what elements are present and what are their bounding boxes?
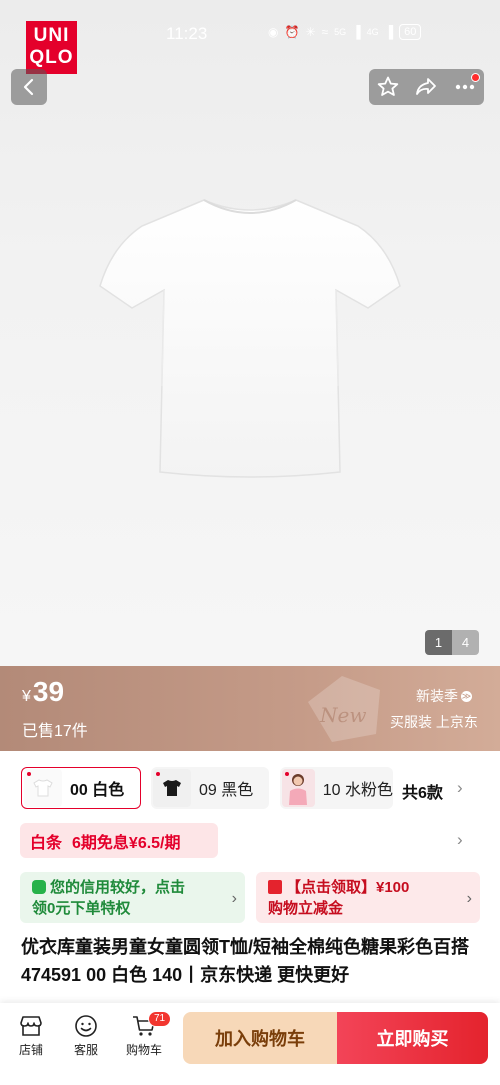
status-time: 11:23 [166,24,208,43]
bluetooth-icon: ✳ [305,25,316,39]
battery-indicator: 60 [399,24,422,40]
share-icon[interactable] [414,75,438,99]
store-button[interactable]: 店铺 [7,1014,55,1058]
brand-logo: UNI QLO [26,21,77,74]
price: ¥ 39 [22,676,64,708]
smiley-icon [75,1015,97,1037]
color-thumbnail [282,769,315,807]
new-tag-graphic: New [308,676,380,742]
signal-icon: ▐ [384,25,394,39]
add-to-cart-button[interactable]: 加入购物车 [183,1012,337,1064]
sold-count: 已售17件 [22,723,88,740]
bottom-action-bar: 店铺 客服 购物车 71 加入购物车 立即购买 [0,1003,500,1085]
status-icons: ◉ ⏰ ✳ ≈ 5G ▐ 4G ▐ 60 [268,24,422,40]
cart-button[interactable]: 购物车 71 [120,1011,172,1058]
signal-4g: 4G [366,27,379,37]
color-option-white[interactable]: 00 白色 [21,767,141,809]
wifi-icon: ≈ [321,25,329,39]
gallery-pager: 1 4 [425,630,479,655]
season-slogan: 买服装 上京东 [390,714,478,730]
season-link[interactable]: 新装季 ≫ [416,686,472,706]
credit-promo-card[interactable]: 您的信用较好，点击 领0元下单特权 › [20,872,245,923]
price-banner: ¥ 39 已售17件 New 新装季 ≫ 买服装 上京东 [0,666,500,751]
cart-count-badge: 71 [148,1011,172,1027]
price-value: 39 [32,676,65,707]
color-label: 00 白色 [70,782,125,799]
color-option-black[interactable]: 09 黑色 [151,767,269,809]
tshirt-icon [33,779,53,797]
color-thumbnail [153,769,191,807]
baitiao-offer: 6期免息¥6.5/期 [72,834,181,852]
all-styles-link[interactable]: 共6款 [402,779,443,803]
alarm-icon: ⏰ [284,25,300,39]
baitiao-installment[interactable]: 白条 6期免息¥6.5/期 [20,823,218,858]
chevron-right-icon[interactable]: › [457,778,463,798]
signal-icon: ▐ [352,25,361,39]
chevron-left-icon [23,78,34,96]
pager-total: 4 [452,630,479,655]
back-button[interactable] [11,69,47,105]
customer-service-button[interactable]: 客服 [62,1014,110,1058]
chevron-right-icon: › [466,890,472,907]
product-image [99,199,401,478]
model-photo-icon [289,774,308,805]
notification-dot [471,73,480,82]
store-icon [20,1016,42,1036]
pager-current: 1 [425,630,452,655]
product-gallery[interactable]: UNI QLO 11:23 ◉ ⏰ ✳ ≈ 5G ▐ 4G ▐ 60 1 4 [0,0,500,666]
buy-now-button[interactable]: 立即购买 [337,1012,488,1064]
chevron-right-icon[interactable]: › [457,830,463,850]
star-icon[interactable] [376,75,400,99]
color-thumbnail [24,769,62,807]
baitiao-label: 白条 [30,834,63,852]
chevron-right-icon: › [231,890,237,907]
currency-symbol: ¥ [22,688,31,705]
shield-icon [32,880,46,894]
signal-5g: 5G [334,27,347,37]
header-actions [369,69,484,105]
color-label: 10 水粉色 [322,782,393,799]
card-icon [268,880,282,894]
product-title: 优衣库童装男童女童圆领T恤/短袖全棉纯色糖果彩色百搭474591 00 白色 1… [21,937,469,985]
eye-icon: ◉ [268,25,279,39]
tshirt-icon [163,780,181,796]
coupon-promo-card[interactable]: 【点击领取】¥100 购物立减金 › [256,872,480,923]
chevron-right-icon: ≫ [461,690,472,702]
color-option-pink[interactable]: 10 水粉色 [280,767,393,809]
svg-text:New: New [319,703,366,727]
color-label: 09 黑色 [199,782,254,799]
